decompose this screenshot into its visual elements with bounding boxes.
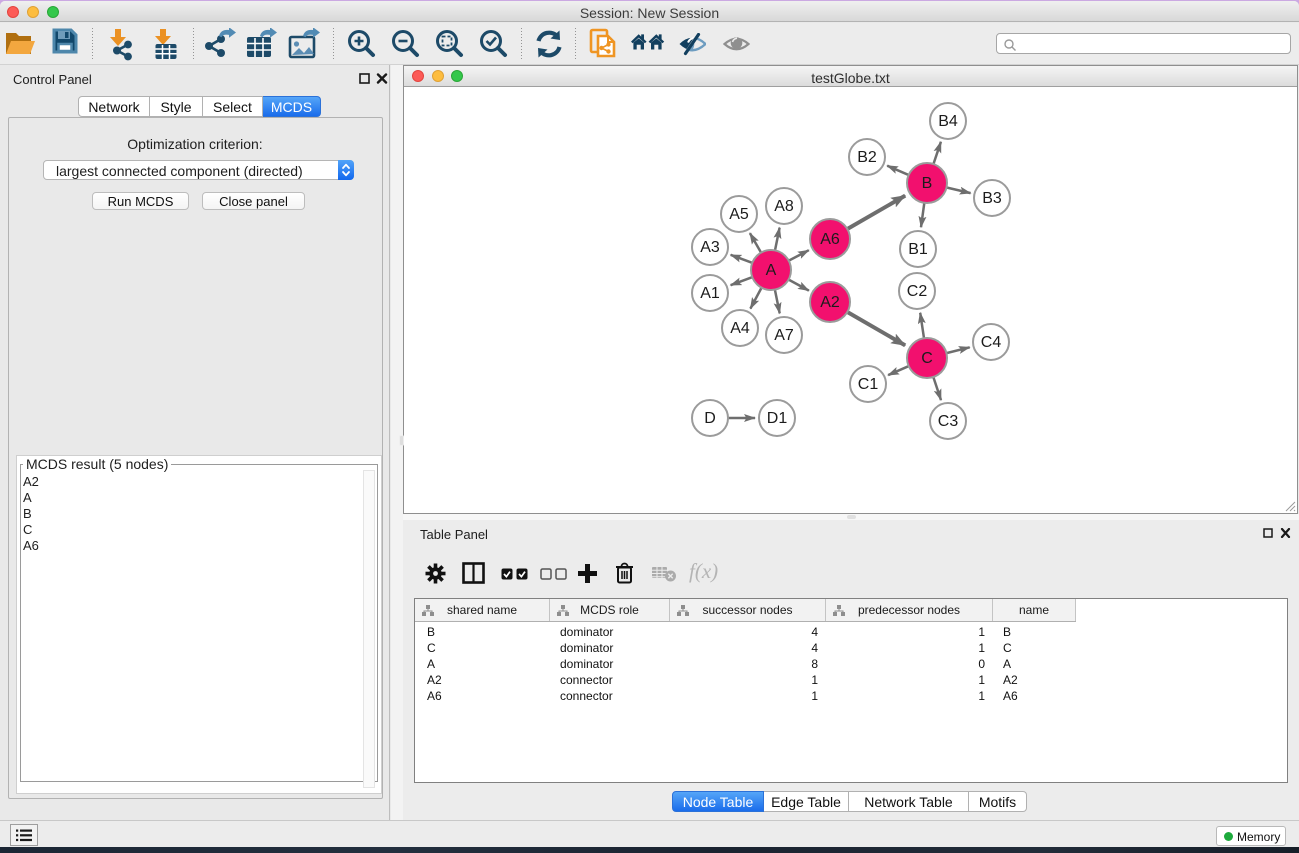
svg-text:B3: B3	[982, 190, 1002, 207]
svg-text:B1: B1	[908, 241, 928, 258]
svg-text:D1: D1	[767, 410, 788, 427]
svg-text:C3: C3	[938, 413, 959, 430]
svg-text:A: A	[766, 262, 777, 279]
svg-text:A2: A2	[820, 294, 840, 311]
svg-text:B2: B2	[857, 149, 877, 166]
svg-text:B4: B4	[938, 113, 958, 130]
svg-text:D: D	[704, 410, 716, 427]
svg-text:C1: C1	[858, 376, 879, 393]
svg-text:A5: A5	[729, 206, 749, 223]
svg-text:A1: A1	[700, 285, 720, 302]
svg-text:C: C	[921, 350, 933, 367]
svg-text:C2: C2	[907, 283, 928, 300]
svg-text:C4: C4	[981, 334, 1002, 351]
svg-text:A7: A7	[774, 327, 794, 344]
svg-text:A3: A3	[700, 239, 720, 256]
svg-text:A4: A4	[730, 320, 750, 337]
svg-text:A6: A6	[820, 231, 840, 248]
svg-text:B: B	[922, 175, 933, 192]
svg-text:A8: A8	[774, 198, 794, 215]
